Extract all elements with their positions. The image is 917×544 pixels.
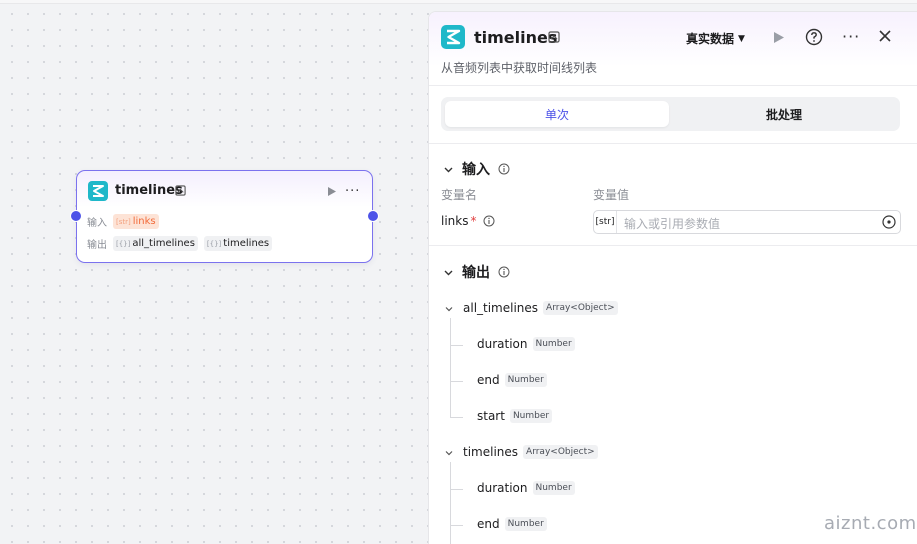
- tree-connector: [450, 318, 451, 418]
- tree-connector: [450, 489, 463, 490]
- output-param-row: timelines Array<Object>: [463, 445, 598, 459]
- divider: [429, 143, 917, 144]
- output-param-name: duration: [477, 481, 528, 495]
- chip-name: links: [132, 216, 156, 227]
- tree-connector: [450, 462, 451, 544]
- run-node-icon[interactable]: [327, 186, 337, 197]
- panel-description: 从音频列表中获取时间线列表: [441, 61, 598, 75]
- capcut-logo-icon: [441, 25, 465, 49]
- output-param-name: timelines: [463, 445, 519, 459]
- output-child-row: end Number: [477, 517, 547, 531]
- panel-title: timelines: [474, 28, 558, 47]
- output-child-row: start Number: [477, 409, 553, 423]
- output-section-title: 输出: [462, 265, 490, 281]
- chip-name: timelines: [223, 238, 270, 249]
- type-tag: Number: [509, 409, 553, 423]
- reference-target-icon[interactable]: [882, 215, 896, 229]
- column-variable-name: 变量名: [441, 188, 478, 202]
- plugin-ref-icon[interactable]: [548, 31, 560, 43]
- plugin-ref-icon[interactable]: [175, 185, 186, 196]
- type-tag: Number: [504, 373, 547, 387]
- node-output-row: 输出 [{}] all_timelines [{}] timelines: [87, 236, 273, 251]
- node-output-chip: [{}] timelines: [203, 236, 273, 251]
- close-icon[interactable]: [878, 29, 892, 43]
- chip-name: all_timelines: [132, 238, 195, 249]
- type-tag: Number: [532, 481, 575, 495]
- column-variable-value: 变量值: [593, 188, 630, 202]
- required-mark: *: [470, 214, 477, 228]
- tree-connector: [450, 417, 463, 418]
- output-child-row: end Number: [477, 373, 547, 387]
- input-section-title: 输入: [462, 162, 490, 178]
- output-param-row: all_timelines Array<Object>: [463, 301, 618, 315]
- node-output-label: 输出: [87, 240, 107, 251]
- tree-connector: [450, 345, 463, 346]
- output-param-name: all_timelines: [463, 301, 539, 315]
- chip-type-prefix: [str]: [116, 217, 131, 226]
- node-detail-panel: timelines 从音频列表中获取时间线列表 真实数据 ▼ ··· 单次 批处…: [428, 11, 917, 544]
- node-input-chip: [str] links: [113, 214, 159, 229]
- canvas-node-timelines[interactable]: timelines ··· 输入 [str] links 输出 [{}] all…: [70, 170, 379, 263]
- node-more-icon[interactable]: ···: [345, 184, 360, 199]
- watermark-text: aiznt.com: [824, 513, 917, 534]
- capcut-logo-icon: [88, 181, 108, 201]
- type-tag: Number: [532, 337, 575, 351]
- chevron-down-icon: [444, 167, 453, 172]
- tree-connector: [450, 525, 463, 526]
- node-output-port[interactable]: [367, 210, 379, 222]
- type-tag: Array<Object>: [523, 445, 598, 459]
- data-mode-value: 真实数据: [686, 32, 735, 46]
- output-child-row: duration Number: [477, 481, 575, 495]
- node-input-port[interactable]: [70, 210, 82, 222]
- tree-connector: [450, 381, 463, 382]
- info-icon[interactable]: [498, 266, 510, 278]
- chip-type-prefix: [{}]: [206, 239, 222, 248]
- tab-batch[interactable]: 批处理: [672, 101, 896, 127]
- top-bar-edge: [0, 0, 917, 4]
- help-icon[interactable]: [805, 28, 823, 46]
- node-input-row: 输入 [str] links: [87, 214, 159, 229]
- param-type-tag: [str]: [594, 211, 617, 233]
- divider: [429, 245, 917, 246]
- type-tag: Array<Object>: [543, 301, 618, 315]
- chevron-down-icon[interactable]: [444, 448, 454, 458]
- chip-type-prefix: [{}]: [116, 239, 131, 248]
- info-icon[interactable]: [483, 215, 495, 227]
- output-child-row: duration Number: [477, 337, 575, 351]
- caret-down-icon: ▼: [738, 33, 745, 44]
- param-links-label: links *: [441, 214, 495, 228]
- node-title: timelines: [115, 183, 183, 198]
- type-tag: Number: [504, 517, 547, 531]
- node-input-label: 输入: [87, 218, 107, 229]
- more-options-icon[interactable]: ···: [842, 27, 860, 46]
- output-param-name: end: [477, 517, 500, 531]
- node-output-chip: [{}] all_timelines: [113, 236, 198, 251]
- run-mode-tabs: 单次 批处理: [441, 97, 900, 131]
- chevron-down-icon: [444, 270, 453, 275]
- info-icon[interactable]: [498, 163, 510, 175]
- input-section-header[interactable]: 输入: [443, 159, 510, 179]
- chevron-down-icon[interactable]: [444, 304, 454, 314]
- input-placeholder: 输入或引用参数值: [624, 217, 721, 231]
- param-name: links: [441, 214, 469, 228]
- data-mode-select[interactable]: 真实数据 ▼: [686, 30, 745, 47]
- output-param-name: end: [477, 373, 500, 387]
- run-icon[interactable]: [773, 31, 785, 44]
- output-param-name: duration: [477, 337, 528, 351]
- output-param-name: start: [477, 409, 505, 423]
- tab-single[interactable]: 单次: [445, 101, 669, 127]
- output-section-header[interactable]: 输出: [443, 262, 510, 282]
- links-value-input[interactable]: [str] 输入或引用参数值: [593, 210, 901, 234]
- panel-header: timelines 从音频列表中获取时间线列表 真实数据 ▼ ···: [429, 12, 917, 86]
